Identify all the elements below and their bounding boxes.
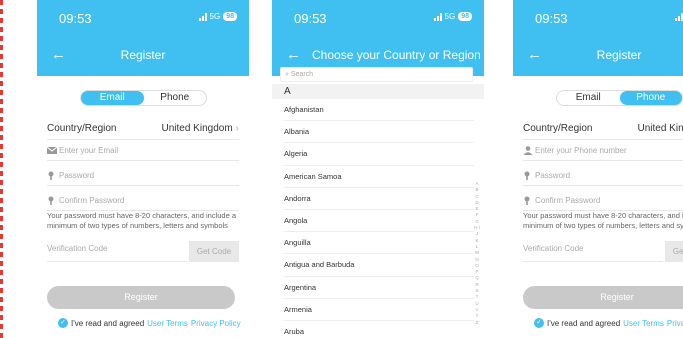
section-header: A	[272, 84, 484, 99]
privacy-policy-link[interactable]: Privacy Policy	[667, 319, 683, 328]
signal-icon	[433, 12, 442, 21]
privacy-policy-link[interactable]: Privacy Policy	[191, 319, 241, 328]
list-item[interactable]: Armenia	[284, 299, 474, 321]
register-phone-screen: 09:53 5G 98 ← Register Email Phone Count…	[513, 0, 683, 338]
list-item[interactable]: Aruba	[284, 321, 474, 338]
password-hint: Your password must have 8-20 characters,…	[523, 211, 683, 230]
page-title: Choose your Country or Region	[312, 48, 481, 62]
search-placeholder: Search	[290, 71, 314, 78]
user-terms-link[interactable]: User Terms	[623, 319, 664, 328]
phone-placeholder: Enter your Phone number	[535, 146, 627, 155]
country-value-text: United Kingdom	[161, 123, 233, 134]
status-indicators: 5G 98	[674, 12, 683, 21]
input-underline	[47, 261, 187, 262]
email-field[interactable]: Enter your Email	[47, 141, 239, 161]
country-picker-screen: 09:53 5G 98 ← Choose your Country or Reg…	[272, 0, 484, 338]
confirm-password-field[interactable]: Confirm Password	[523, 191, 683, 211]
nav-bar: ← Register	[513, 36, 683, 76]
page-title: Register	[120, 48, 166, 62]
signal-icon	[674, 12, 683, 21]
checkmark-icon[interactable]: ✓	[58, 318, 68, 328]
confirm-password-field[interactable]: Confirm Password	[47, 191, 239, 211]
register-method-toggle: Email Phone	[556, 90, 683, 106]
status-time: 09:53	[294, 11, 327, 26]
status-bar: 09:53 5G 98	[272, 0, 484, 36]
alphabet-index[interactable]: A B C D E F G H I J K L M N O P Q R S T …	[474, 181, 480, 326]
country-value: United Kingdom›	[162, 123, 240, 134]
register-button[interactable]: Register	[523, 286, 683, 309]
list-item[interactable]: Anguilla	[284, 232, 474, 255]
register-email-screen: 09:53 5G 98 ← Register Email Phone Count…	[37, 0, 249, 338]
agree-text: I've read and agreed	[547, 318, 621, 328]
chevron-right-icon: ›	[235, 123, 239, 134]
list-item[interactable]: Albania	[284, 121, 474, 144]
list-item[interactable]: Andorra	[284, 188, 474, 210]
list-item[interactable]: Algeria	[284, 143, 474, 166]
person-icon	[523, 146, 533, 155]
page-title: Register	[596, 48, 642, 62]
signal-icon	[198, 12, 207, 21]
register-method-toggle: Email Phone	[80, 90, 207, 106]
verification-code-row: Verification Code Get Code	[523, 240, 683, 262]
verification-code-input[interactable]: Verification Code	[47, 244, 107, 253]
status-time: 09:53	[59, 11, 92, 26]
user-terms-link[interactable]: User Terms	[147, 319, 188, 328]
battery-icon: 98	[223, 12, 237, 21]
key-icon	[48, 171, 54, 180]
nav-bar: ← Register	[37, 36, 249, 76]
verification-code-input[interactable]: Verification Code	[523, 244, 583, 253]
key-icon	[48, 196, 54, 205]
list-item[interactable]: Antigua and Barbuda	[284, 254, 474, 277]
password-placeholder: Password	[535, 171, 571, 180]
status-time: 09:53	[535, 11, 568, 26]
back-arrow-icon[interactable]: ←	[286, 47, 301, 62]
country-region-row[interactable]: Country/Region United Kingdom›	[47, 120, 239, 140]
key-icon	[524, 171, 530, 180]
search-input[interactable]: ⌕ Search	[280, 67, 473, 82]
password-field[interactable]: Password	[523, 166, 683, 186]
password-field[interactable]: Password	[47, 166, 239, 186]
password-hint: Your password must have 8-20 characters,…	[47, 211, 236, 230]
get-code-button[interactable]: Get Code	[665, 241, 683, 262]
status-bar: 09:53 5G 98	[37, 0, 249, 36]
envelope-icon	[47, 146, 57, 154]
country-list: Afghanistan Albania Algeria American Sam…	[284, 99, 474, 338]
password-placeholder: Password	[59, 171, 95, 180]
confirm-password-placeholder: Confirm Password	[59, 196, 125, 205]
dashed-border	[0, 0, 3, 338]
country-label: Country/Region	[523, 123, 593, 134]
terms-agreement: ✓ I've read and agreed User Terms Privac…	[58, 318, 241, 328]
country-label: Country/Region	[47, 123, 117, 134]
register-button[interactable]: Register	[47, 286, 235, 309]
battery-icon: 98	[458, 12, 472, 21]
verification-code-row: Verification Code Get Code	[47, 240, 239, 262]
country-value: United Kingdom›	[638, 123, 683, 134]
get-code-button[interactable]: Get Code	[189, 241, 239, 262]
key-icon	[524, 196, 530, 205]
phone-field[interactable]: Enter your Phone number	[523, 141, 683, 161]
network-type: 5G	[209, 12, 221, 21]
tab-email[interactable]: Email	[81, 91, 144, 105]
tab-phone[interactable]: Phone	[619, 91, 682, 105]
checkmark-icon[interactable]: ✓	[534, 318, 544, 328]
tab-phone[interactable]: Phone	[144, 91, 207, 105]
terms-agreement: ✓ I've read and agreed User Terms Privac…	[534, 318, 683, 328]
network-type: 5G	[444, 12, 456, 21]
country-value-text: United Kingdom	[637, 123, 683, 134]
list-item[interactable]: American Samoa	[284, 166, 474, 188]
tab-email[interactable]: Email	[557, 91, 620, 105]
status-indicators: 5G 98	[198, 12, 237, 21]
confirm-password-placeholder: Confirm Password	[535, 196, 601, 205]
agree-text: I've read and agreed	[71, 318, 145, 328]
list-item[interactable]: Argentina	[284, 277, 474, 299]
list-item[interactable]: Afghanistan	[284, 99, 474, 122]
status-indicators: 5G 98	[433, 12, 472, 21]
email-placeholder: Enter your Email	[59, 146, 119, 155]
list-item[interactable]: Angola	[284, 210, 474, 233]
search-icon: ⌕	[285, 71, 289, 78]
country-region-row[interactable]: Country/Region United Kingdom›	[523, 120, 683, 140]
input-underline	[523, 261, 663, 262]
status-bar: 09:53 5G 98	[513, 0, 683, 36]
